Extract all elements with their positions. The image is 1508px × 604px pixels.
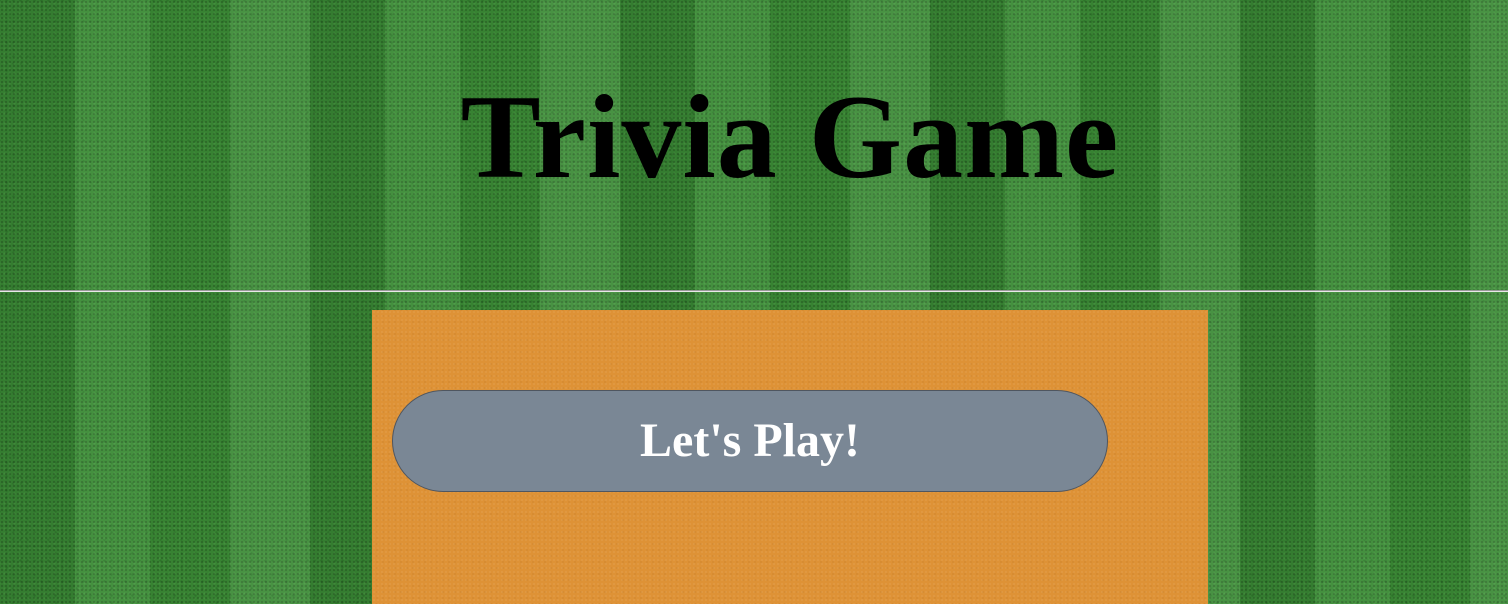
page-title: Trivia Game bbox=[460, 70, 1120, 203]
start-game-button[interactable]: Let's Play! bbox=[392, 390, 1108, 492]
header: Trivia Game bbox=[0, 0, 1508, 290]
game-panel: Let's Play! bbox=[372, 310, 1208, 604]
header-divider bbox=[0, 290, 1508, 292]
